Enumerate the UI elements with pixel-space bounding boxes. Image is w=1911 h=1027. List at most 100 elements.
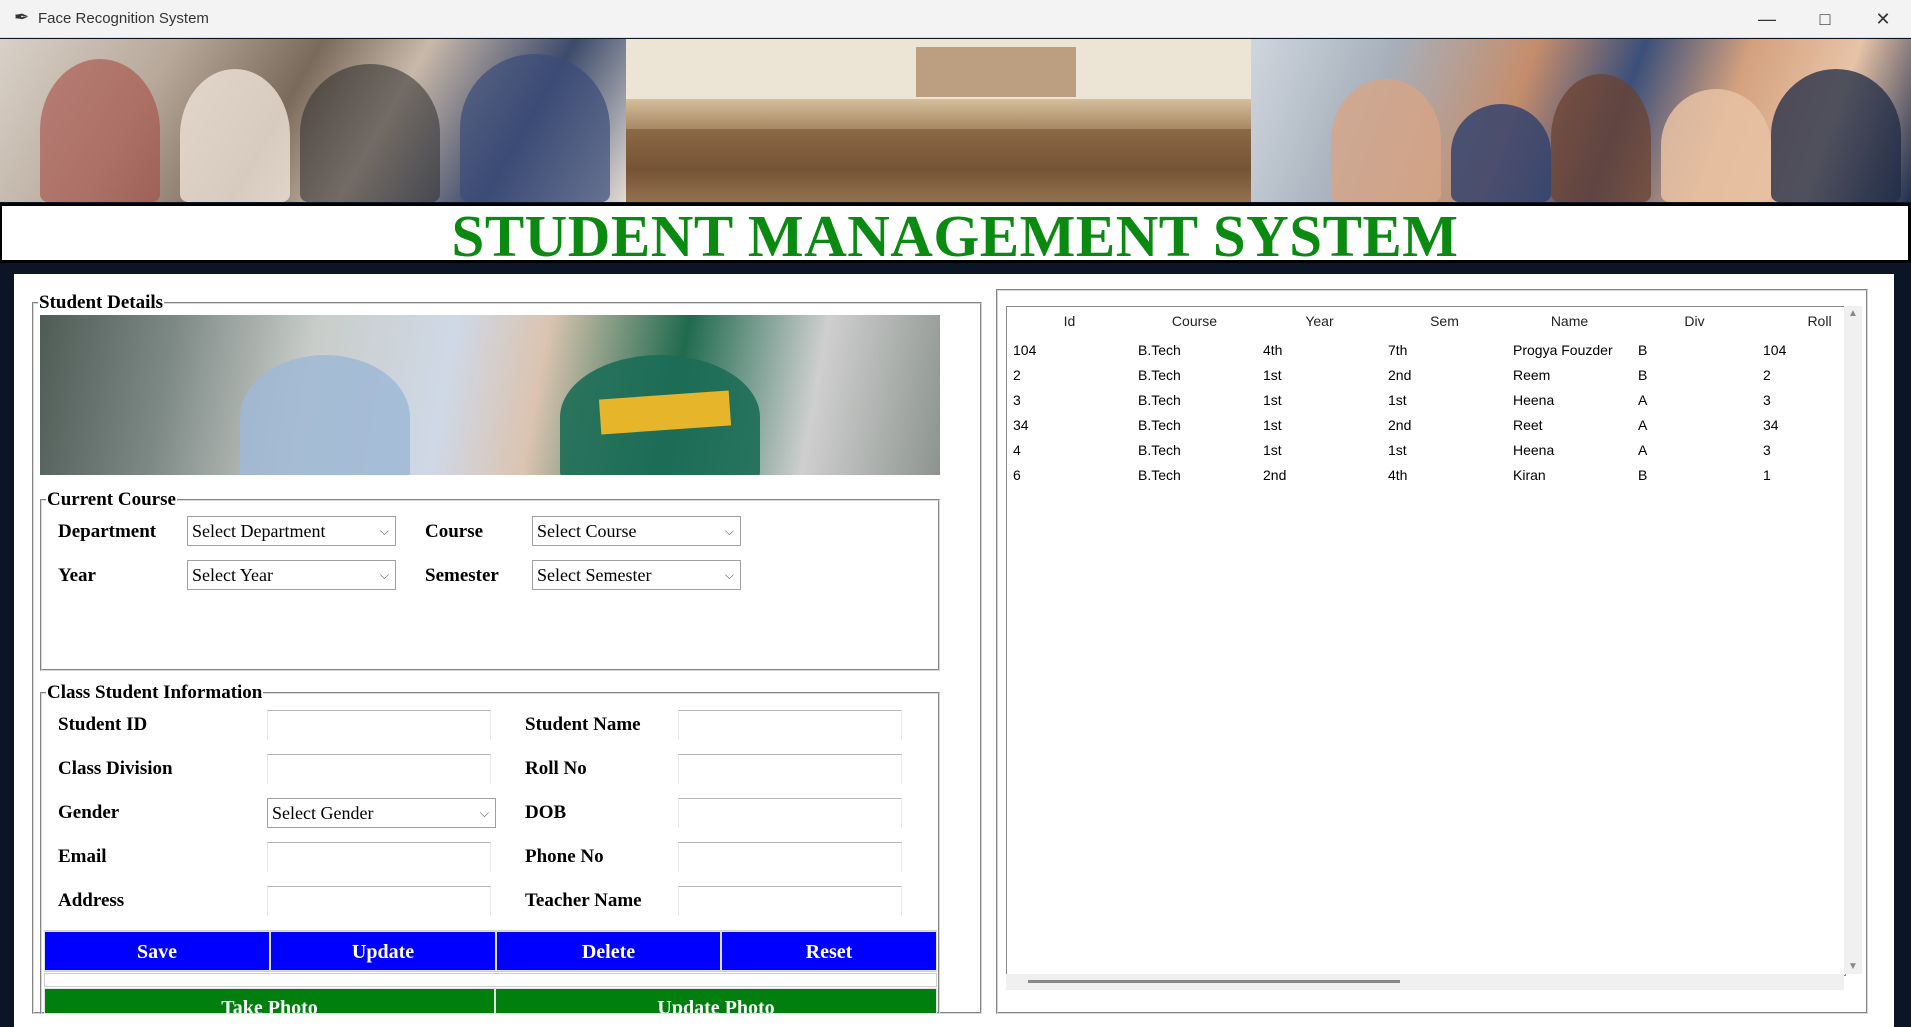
- table-cell: 2nd: [1388, 417, 1412, 433]
- email-label: Email: [58, 846, 107, 867]
- student-table-frame: Id Course Year Sem Name Div Roll 104 B.Te…: [996, 289, 1868, 1014]
- email-input[interactable]: [267, 842, 491, 872]
- close-icon[interactable]: ✕: [1854, 0, 1911, 38]
- table-cell: 34: [1013, 417, 1029, 433]
- column-header-roll[interactable]: Roll: [1757, 307, 1845, 336]
- student-table[interactable]: Id Course Year Sem Name Div Roll 104 B.Te…: [1006, 306, 1846, 976]
- gender-select-value: Select Gender: [272, 803, 374, 823]
- table-row[interactable]: 4 B.Tech 1st 1st Heena A 3: [1007, 438, 1845, 463]
- phone-no-label: Phone No: [525, 846, 604, 867]
- column-header-div[interactable]: Div: [1632, 307, 1758, 336]
- gender-label: Gender: [58, 802, 120, 823]
- chevron-down-icon: ⌵: [379, 568, 389, 582]
- update-photo-button[interactable]: Update Photo: [495, 988, 937, 1014]
- table-row[interactable]: 6 B.Tech 2nd 4th Kiran B 1: [1007, 463, 1845, 488]
- semester-label: Semester: [425, 565, 499, 586]
- heading-bar: STUDENT MANAGEMENT SYSTEM: [0, 203, 1911, 269]
- address-input[interactable]: [267, 886, 491, 916]
- save-button[interactable]: Save: [44, 931, 270, 971]
- table-cell: A: [1638, 417, 1648, 433]
- table-cell: B: [1638, 342, 1648, 358]
- chevron-down-icon: ⌵: [479, 806, 489, 820]
- semester-select-value: Select Semester: [537, 565, 652, 585]
- table-cell: 3: [1013, 392, 1021, 408]
- reset-button[interactable]: Reset: [721, 931, 937, 971]
- column-header-course[interactable]: Course: [1132, 307, 1258, 336]
- table-cell: 4th: [1388, 467, 1408, 483]
- year-label: Year: [58, 565, 96, 586]
- table-cell: 3: [1763, 442, 1771, 458]
- table-cell: 7th: [1388, 342, 1408, 358]
- dob-input[interactable]: [678, 798, 902, 828]
- table-cell: 2: [1013, 367, 1021, 383]
- student-id-label: Student ID: [58, 714, 148, 735]
- column-header-sem[interactable]: Sem: [1382, 307, 1508, 336]
- table-cell: B.Tech: [1138, 367, 1181, 383]
- student-name-input[interactable]: [678, 710, 902, 740]
- table-cell: 104: [1013, 342, 1037, 358]
- banner-image-classroom: [626, 39, 1251, 202]
- table-cell: 4: [1013, 442, 1021, 458]
- table-cell: 1st: [1263, 367, 1282, 383]
- table-row[interactable]: 34 B.Tech 1st 2nd Reet A 34: [1007, 413, 1845, 438]
- scroll-down-icon[interactable]: ▼: [1848, 961, 1858, 972]
- table-cell: 2nd: [1388, 367, 1412, 383]
- student-details-legend: Student Details: [39, 292, 164, 313]
- column-header-name[interactable]: Name: [1507, 307, 1633, 336]
- chevron-down-icon: ⌵: [724, 524, 734, 538]
- table-row[interactable]: 104 B.Tech 4th 7th Progya Fouzder B 104: [1007, 338, 1845, 363]
- course-label: Course: [425, 521, 484, 542]
- course-select[interactable]: Select Course ⌵: [532, 516, 741, 546]
- table-cell: B.Tech: [1138, 392, 1181, 408]
- table-cell: A: [1638, 392, 1648, 408]
- page-title: STUDENT MANAGEMENT SYSTEM: [451, 203, 1459, 269]
- roll-no-input[interactable]: [678, 754, 902, 784]
- address-label: Address: [58, 890, 125, 911]
- table-cell: 1st: [1388, 442, 1407, 458]
- vertical-scrollbar[interactable]: ▲ ▼: [1844, 306, 1862, 974]
- table-cell: Reet: [1513, 417, 1543, 433]
- course-select-value: Select Course: [537, 521, 637, 541]
- table-cell: 1st: [1263, 442, 1282, 458]
- table-cell: B: [1638, 367, 1648, 383]
- student-id-input[interactable]: [267, 710, 491, 740]
- column-header-year[interactable]: Year: [1257, 307, 1383, 336]
- table-cell: 34: [1763, 417, 1779, 433]
- spacer-frame: [44, 973, 937, 987]
- table-row[interactable]: 3 B.Tech 1st 1st Heena A 3: [1007, 388, 1845, 413]
- chevron-down-icon: ⌵: [724, 568, 734, 582]
- year-select-value: Select Year: [192, 565, 273, 585]
- year-select[interactable]: Select Year ⌵: [187, 560, 396, 590]
- table-cell: B.Tech: [1138, 467, 1181, 483]
- class-division-input[interactable]: [267, 754, 491, 784]
- table-cell: 1: [1763, 467, 1771, 483]
- maximize-icon[interactable]: □: [1796, 0, 1854, 38]
- table-cell: 4th: [1263, 342, 1283, 358]
- minimize-icon[interactable]: —: [1738, 0, 1796, 38]
- table-row[interactable]: 2 B.Tech 1st 2nd Reem B 2: [1007, 363, 1845, 388]
- teacher-name-input[interactable]: [678, 886, 902, 916]
- horizontal-scroll-thumb[interactable]: [1028, 980, 1400, 983]
- take-photo-button[interactable]: Take Photo: [44, 988, 495, 1014]
- table-cell: Kiran: [1513, 467, 1546, 483]
- table-cell: B.Tech: [1138, 442, 1181, 458]
- banner-image-students-left: [0, 39, 626, 202]
- table-cell: 2nd: [1263, 467, 1287, 483]
- update-button[interactable]: Update: [270, 931, 496, 971]
- table-cell: Heena: [1513, 392, 1555, 408]
- window-title: Face Recognition System: [38, 10, 209, 27]
- chevron-down-icon: ⌵: [379, 524, 389, 538]
- current-course-legend: Current Course: [47, 489, 176, 510]
- column-header-id[interactable]: Id: [1007, 307, 1133, 336]
- table-cell: Reem: [1513, 367, 1551, 383]
- teacher-name-label: Teacher Name: [525, 890, 642, 911]
- department-select[interactable]: Select Department ⌵: [187, 516, 396, 546]
- window-titlebar: ✒ Face Recognition System — □ ✕: [0, 0, 1911, 38]
- horizontal-scrollbar[interactable]: [1006, 974, 1844, 990]
- phone-no-input[interactable]: [678, 842, 902, 872]
- gender-select[interactable]: Select Gender ⌵: [267, 798, 496, 828]
- semester-select[interactable]: Select Semester ⌵: [532, 560, 741, 590]
- table-cell: 3: [1763, 392, 1771, 408]
- delete-button[interactable]: Delete: [496, 931, 721, 971]
- scroll-up-icon[interactable]: ▲: [1848, 308, 1858, 319]
